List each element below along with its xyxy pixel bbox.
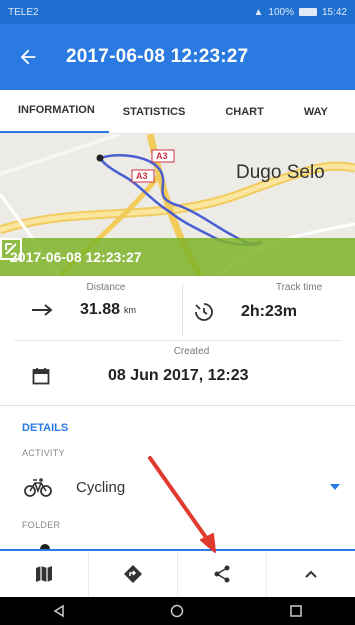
tab-statistics[interactable]: STATISTICS: [109, 90, 200, 133]
calendar-icon: [32, 368, 50, 385]
map-button[interactable]: [0, 551, 89, 597]
dropdown-arrow-icon: [330, 484, 340, 490]
signal-icon: ▲: [253, 6, 264, 18]
activity-dropdown-button[interactable]: [315, 484, 355, 490]
distance-unit: km: [124, 305, 137, 315]
directions-icon: [124, 565, 142, 583]
distance-label: Distance: [86, 282, 126, 293]
expand-icon: [0, 238, 22, 260]
arrow-left-icon: [20, 49, 36, 65]
tab-waypoints[interactable]: WAY: [290, 90, 342, 133]
created-label: Created: [173, 346, 210, 357]
page-title: 2017-06-08 12:23:27: [66, 46, 249, 67]
track-time-stat: Track time 2h:23m: [183, 282, 355, 323]
battery-percent: 100%: [268, 6, 294, 18]
distance-stat: Distance 31.88 km: [0, 282, 182, 319]
system-home-icon[interactable]: [170, 604, 184, 618]
system-recents-icon[interactable]: [289, 604, 303, 618]
map-place-label: Dugo Selo: [236, 162, 325, 183]
carrier-label: TELE2: [8, 6, 39, 18]
tab-information[interactable]: INFORMATION: [0, 90, 109, 133]
map-title-overlay: 2017-06-08 12:23:27: [0, 238, 355, 276]
system-back-icon[interactable]: [52, 604, 66, 618]
stats-divider-horizontal: [14, 340, 341, 341]
tab-chart[interactable]: CHART: [199, 90, 290, 133]
details-section: DETAILS ACTIVITY Cycling FOLDER: [0, 406, 355, 554]
track-time-value: 2h:23m: [241, 303, 298, 320]
distance-value: 31.88: [80, 301, 121, 318]
share-icon: [214, 565, 230, 583]
activity-selector[interactable]: Cycling: [0, 466, 355, 508]
track-time-label: Track time: [275, 282, 323, 293]
folder-label: FOLDER: [22, 520, 61, 530]
bottom-toolbar: [0, 549, 355, 597]
track-map[interactable]: A3 A3 Dugo Selo 2017-06-08 12:23:27: [0, 134, 355, 276]
directions-button[interactable]: [89, 551, 178, 597]
share-button[interactable]: [178, 551, 267, 597]
expand-map-button[interactable]: [0, 238, 347, 270]
system-navigation-bar: [0, 597, 355, 625]
chevron-up-icon: [305, 570, 317, 578]
map-icon: [36, 566, 52, 582]
created-value: 08 Jun 2017, 12:23: [108, 367, 249, 384]
tab-bar: INFORMATION STATISTICS CHART WAY: [0, 90, 355, 134]
timer-icon: [195, 303, 213, 321]
activity-value: Cycling: [76, 478, 126, 496]
road-shield-a3-1: A3: [156, 151, 168, 161]
details-title: DETAILS: [22, 422, 69, 434]
app-bar: 2017-06-08 12:23:27: [0, 24, 355, 90]
map-overlay-title: 2017-06-08 12:23:27: [10, 249, 142, 265]
road-shield-a3-2: A3: [136, 171, 148, 181]
status-bar: TELE2 ▲ 100% 15:42: [0, 0, 355, 24]
expand-panel-button[interactable]: [267, 551, 355, 597]
bicycle-icon: [24, 478, 52, 497]
clock: 15:42: [321, 6, 347, 18]
created-stat: Created 08 Jun 2017, 12:23: [0, 346, 355, 385]
distance-arrow-icon: [32, 304, 53, 316]
back-button[interactable]: [0, 24, 56, 90]
track-stats: Distance 31.88 km Track time 2h:23m Crea…: [0, 276, 355, 406]
battery-icon: [298, 8, 317, 16]
activity-label: ACTIVITY: [22, 448, 65, 458]
